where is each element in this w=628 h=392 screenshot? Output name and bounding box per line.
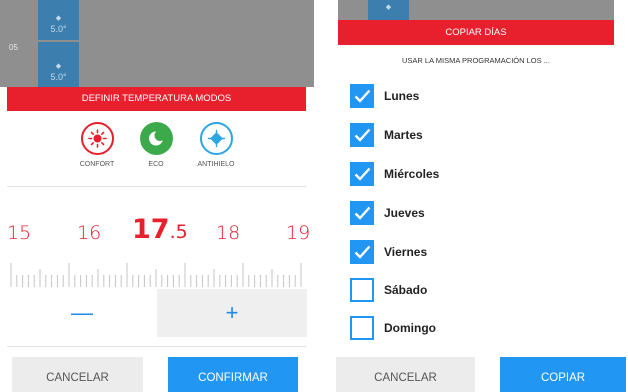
current-temperature-decimal: .5 (169, 221, 188, 243)
day-option-martes[interactable]: Martes (350, 121, 610, 149)
day-checkbox[interactable] (350, 84, 374, 108)
mode-antihielo[interactable]: ANTIHIELO (186, 122, 246, 168)
schedule-entry-value: 5.0° (50, 72, 67, 82)
copy-button[interactable]: COPIAR (500, 357, 626, 392)
schedule-entry[interactable]: ◆ 5.0° (38, 14, 79, 34)
copy-days-subtitle: USAR LA MISMA PROGRAMACIÓN LOS ... (402, 56, 550, 65)
decrease-temperature-button[interactable]: — (7, 289, 157, 337)
divider (7, 346, 306, 347)
schedule-entry[interactable]: ◆ 5.0° (38, 62, 79, 82)
cancel-button[interactable]: CANCELAR (336, 357, 475, 392)
checkmark-icon (354, 206, 371, 220)
temperature-scale[interactable]: 15 16 17.5 18 19 (0, 214, 314, 250)
schedule-overlay: ◆ (338, 0, 614, 20)
snowflake-icon: ◆ (368, 0, 409, 20)
checkmark-icon (354, 245, 371, 259)
schedule-hour-label: 05 (9, 43, 18, 52)
mode-antihielo-label: ANTIHIELO (197, 161, 235, 168)
define-temperature-header: DEFINIR TEMPERATURA MODOS (7, 87, 306, 111)
day-checkbox[interactable] (350, 278, 374, 302)
confirm-button[interactable]: CONFIRMAR (168, 357, 298, 392)
cancel-button[interactable]: CANCELAR (12, 357, 143, 392)
day-label: Miércoles (384, 167, 440, 181)
day-option-miercoles[interactable]: Miércoles (350, 160, 610, 188)
copy-days-header: COPIAR DÍAS (338, 20, 614, 45)
divider (7, 186, 306, 187)
snowflake-icon: ◆ (55, 63, 62, 70)
moon-icon[interactable] (139, 122, 173, 155)
day-option-jueves[interactable]: Jueves (350, 199, 610, 227)
sun-icon[interactable] (80, 122, 114, 155)
copy-days-panel: ◆ COPIAR DÍAS USAR LA MISMA PROGRAMACIÓN… (314, 0, 628, 392)
day-option-domingo[interactable]: Domingo (350, 314, 610, 342)
checkmark-icon (354, 128, 371, 142)
snowflake-icon[interactable] (199, 122, 233, 155)
day-option-lunes[interactable]: Lunes (350, 82, 610, 110)
mode-confort-label: CONFORT (79, 161, 115, 168)
day-checkbox[interactable] (350, 162, 374, 186)
temperature-ruler[interactable] (7, 255, 306, 287)
day-option-viernes[interactable]: Viernes (350, 238, 610, 266)
schedule-entry-value: 5.0° (50, 24, 67, 34)
scale-label: 15 (7, 222, 32, 244)
ruler-ticks (10, 263, 302, 287)
mode-confort[interactable]: CONFORT (67, 122, 127, 168)
day-label: Domingo (384, 321, 436, 335)
day-label: Sábado (384, 283, 428, 297)
day-label: Viernes (384, 245, 428, 259)
mode-selector: CONFORT ECO ANTIHIELO (0, 111, 314, 186)
increase-temperature-button[interactable]: + (157, 289, 307, 337)
checkmark-icon (354, 167, 371, 181)
schedule-separator (38, 40, 79, 42)
day-checkbox[interactable] (350, 240, 374, 264)
schedule-overlay: 05 ◆ 5.0° ◆ 5.0° (0, 0, 314, 87)
define-temperature-panel: 05 ◆ 5.0° ◆ 5.0° DEFINIR TEMPERATURA MOD… (0, 0, 314, 392)
mode-eco[interactable]: ECO (126, 122, 186, 168)
day-checkbox[interactable] (350, 123, 374, 147)
current-temperature: 17.5 (132, 214, 188, 245)
mode-eco-label: ECO (148, 161, 164, 168)
day-checkbox[interactable] (350, 316, 374, 340)
temperature-stepper: — + (7, 289, 307, 337)
day-label: Jueves (384, 206, 425, 220)
day-option-sabado[interactable]: Sábado (350, 276, 610, 304)
scale-label: 19 (286, 222, 311, 244)
current-temperature-integer: 17 (132, 214, 170, 245)
scale-label: 18 (216, 222, 241, 244)
checkmark-icon (354, 89, 371, 103)
day-label: Lunes (384, 89, 420, 103)
day-label: Martes (384, 128, 423, 142)
scale-label: 16 (77, 222, 102, 244)
day-checkbox[interactable] (350, 201, 374, 225)
snowflake-icon: ◆ (55, 15, 62, 22)
